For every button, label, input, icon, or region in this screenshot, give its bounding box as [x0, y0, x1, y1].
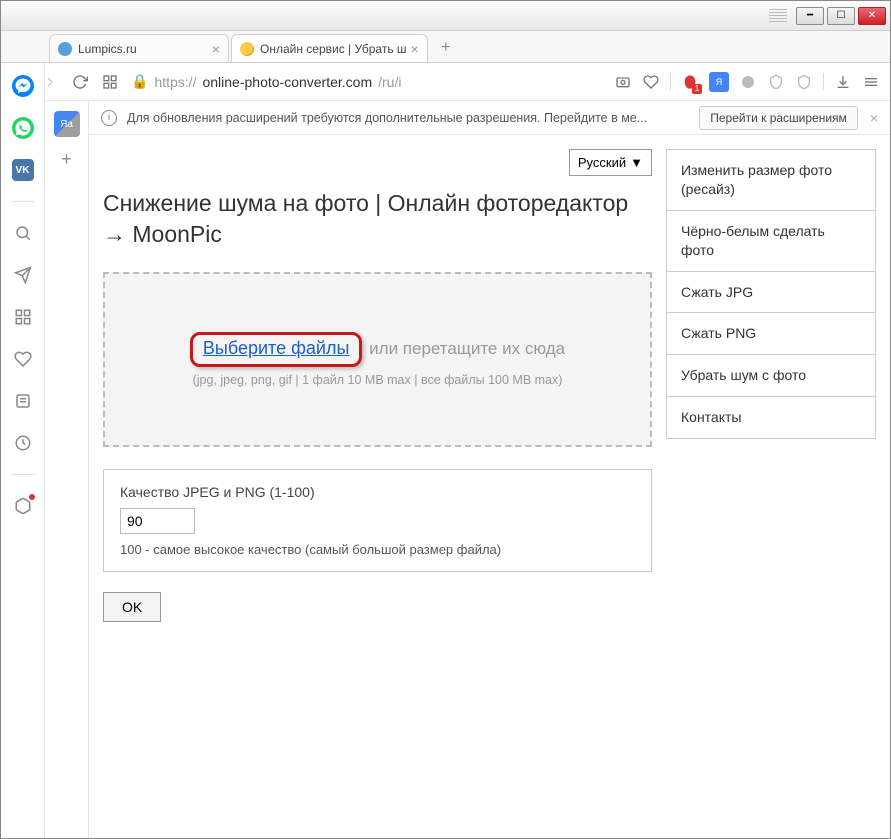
translate-extension-icon[interactable]: Я — [709, 72, 729, 92]
translate-icon[interactable]: Яa — [54, 111, 80, 137]
nav-item-denoise[interactable]: Убрать шум с фото — [667, 355, 875, 397]
nav-list: Изменить размер фото (ресайз) Чёрно-белы… — [666, 149, 876, 439]
bookmarks-sidebar-icon[interactable] — [12, 348, 34, 370]
extensions-sidebar-icon[interactable] — [12, 495, 34, 517]
notification-close-icon[interactable]: × — [870, 110, 878, 126]
extension-icon[interactable] — [739, 73, 757, 91]
minimize-button[interactable]: ━ — [796, 7, 824, 25]
speed-dial-sidebar-icon[interactable] — [12, 306, 34, 328]
tab-title: Lumpics.ru — [78, 42, 208, 56]
tab-close-icon[interactable]: × — [212, 41, 220, 57]
choose-files-link[interactable]: Выберите файлы — [203, 338, 350, 358]
opera-sidebar: VK — [1, 63, 45, 838]
notification-text: Для обновления расширений требуются допо… — [127, 111, 691, 125]
menu-icon[interactable] — [862, 73, 880, 91]
nav-item-contacts[interactable]: Контакты — [667, 397, 875, 438]
language-label: Русский — [578, 155, 626, 170]
add-panel-button[interactable]: + — [61, 149, 72, 170]
url-display[interactable]: 🔒 https:// online-photo-converter.com/ru/… — [131, 73, 401, 90]
maximize-button[interactable]: ☐ — [827, 7, 855, 25]
messenger-icon[interactable] — [12, 75, 34, 97]
tabs-row: Lumpics.ru × Онлайн сервис | Убрать ш × … — [1, 31, 890, 63]
ok-button[interactable]: OK — [103, 592, 161, 622]
vk-icon[interactable]: VK — [12, 159, 34, 181]
close-button[interactable]: ✕ — [858, 7, 886, 25]
sidebar-divider — [11, 201, 35, 202]
main-column: Русский ▼ Снижение шума на фото | Онлайн… — [103, 149, 652, 824]
speed-dial-button[interactable] — [101, 73, 119, 91]
right-column: Изменить размер фото (ресайз) Чёрно-белы… — [666, 149, 876, 824]
bookmark-icon[interactable] — [642, 73, 660, 91]
quality-label: Качество JPEG и PNG (1-100) — [120, 484, 635, 500]
snapshot-icon[interactable] — [614, 73, 632, 91]
favicon-icon — [58, 42, 72, 56]
tab-lumpics[interactable]: Lumpics.ru × — [49, 34, 229, 62]
vpn-icon[interactable] — [795, 73, 813, 91]
go-to-extensions-button[interactable]: Перейти к расширениям — [699, 106, 858, 130]
formats-hint: (jpg, jpeg, png, gif | 1 файл 10 MB max … — [125, 373, 630, 387]
search-icon[interactable] — [12, 222, 34, 244]
flow-icon[interactable] — [12, 264, 34, 286]
drag-text: или перетащите их сюда — [369, 339, 565, 358]
lock-icon: 🔒 — [131, 73, 148, 90]
address-bar: 🔒 https:// online-photo-converter.com/ru/… — [1, 63, 890, 101]
titlebar-grip-icon — [769, 9, 787, 23]
separator — [670, 73, 671, 91]
quality-note: 100 - самое высокое качество (самый боль… — [120, 542, 635, 557]
window-titlebar: ━ ☐ ✕ — [1, 1, 890, 31]
url-host: online-photo-converter.com — [202, 74, 372, 90]
quality-box: Качество JPEG и PNG (1-100) 100 - самое … — [103, 469, 652, 572]
nav-item-compress-png[interactable]: Сжать PNG — [667, 313, 875, 355]
history-icon[interactable] — [12, 432, 34, 454]
toolbar-right: Я — [614, 72, 880, 92]
tab-moonpic[interactable]: Онлайн сервис | Убрать ш × — [231, 34, 428, 62]
opera-extension-icon[interactable] — [681, 73, 699, 91]
news-icon[interactable] — [12, 390, 34, 412]
choose-files-highlight: Выберите файлы — [190, 332, 363, 367]
nav-item-resize[interactable]: Изменить размер фото (ресайз) — [667, 150, 875, 211]
new-tab-button[interactable]: + — [434, 36, 458, 60]
browser-window: ━ ☐ ✕ Lumpics.ru × Онлайн сервис | Убрат… — [0, 0, 891, 839]
nav-item-grayscale[interactable]: Чёрно-белым сделать фото — [667, 211, 875, 272]
inner-sidebar: Яa + — [45, 101, 89, 838]
page-title: Снижение шума на фото | Онлайн фоторедак… — [103, 188, 652, 250]
nav-item-compress-jpg[interactable]: Сжать JPG — [667, 272, 875, 314]
quality-input[interactable] — [120, 508, 195, 534]
file-dropzone[interactable]: Выберите файлы или перетащите их сюда (j… — [103, 272, 652, 447]
adblock-icon[interactable] — [767, 73, 785, 91]
page-content: Русский ▼ Снижение шума на фото | Онлайн… — [89, 135, 890, 838]
sidebar-divider — [11, 474, 35, 475]
dropdown-icon: ▼ — [630, 155, 643, 170]
language-select[interactable]: Русский ▼ — [569, 149, 652, 176]
reload-button[interactable] — [71, 73, 89, 91]
tab-title: Онлайн сервис | Убрать ш — [260, 42, 407, 56]
dropzone-line: Выберите файлы или перетащите их сюда — [125, 332, 630, 367]
url-path: /ru/i — [378, 74, 401, 90]
separator — [823, 73, 824, 91]
url-scheme: https:// — [154, 74, 196, 90]
tab-close-icon[interactable]: × — [411, 41, 419, 57]
notification-bar: i Для обновления расширений требуются до… — [89, 101, 890, 135]
downloads-icon[interactable] — [834, 73, 852, 91]
favicon-icon — [240, 42, 254, 56]
info-icon: i — [101, 110, 117, 126]
whatsapp-icon[interactable] — [12, 117, 34, 139]
